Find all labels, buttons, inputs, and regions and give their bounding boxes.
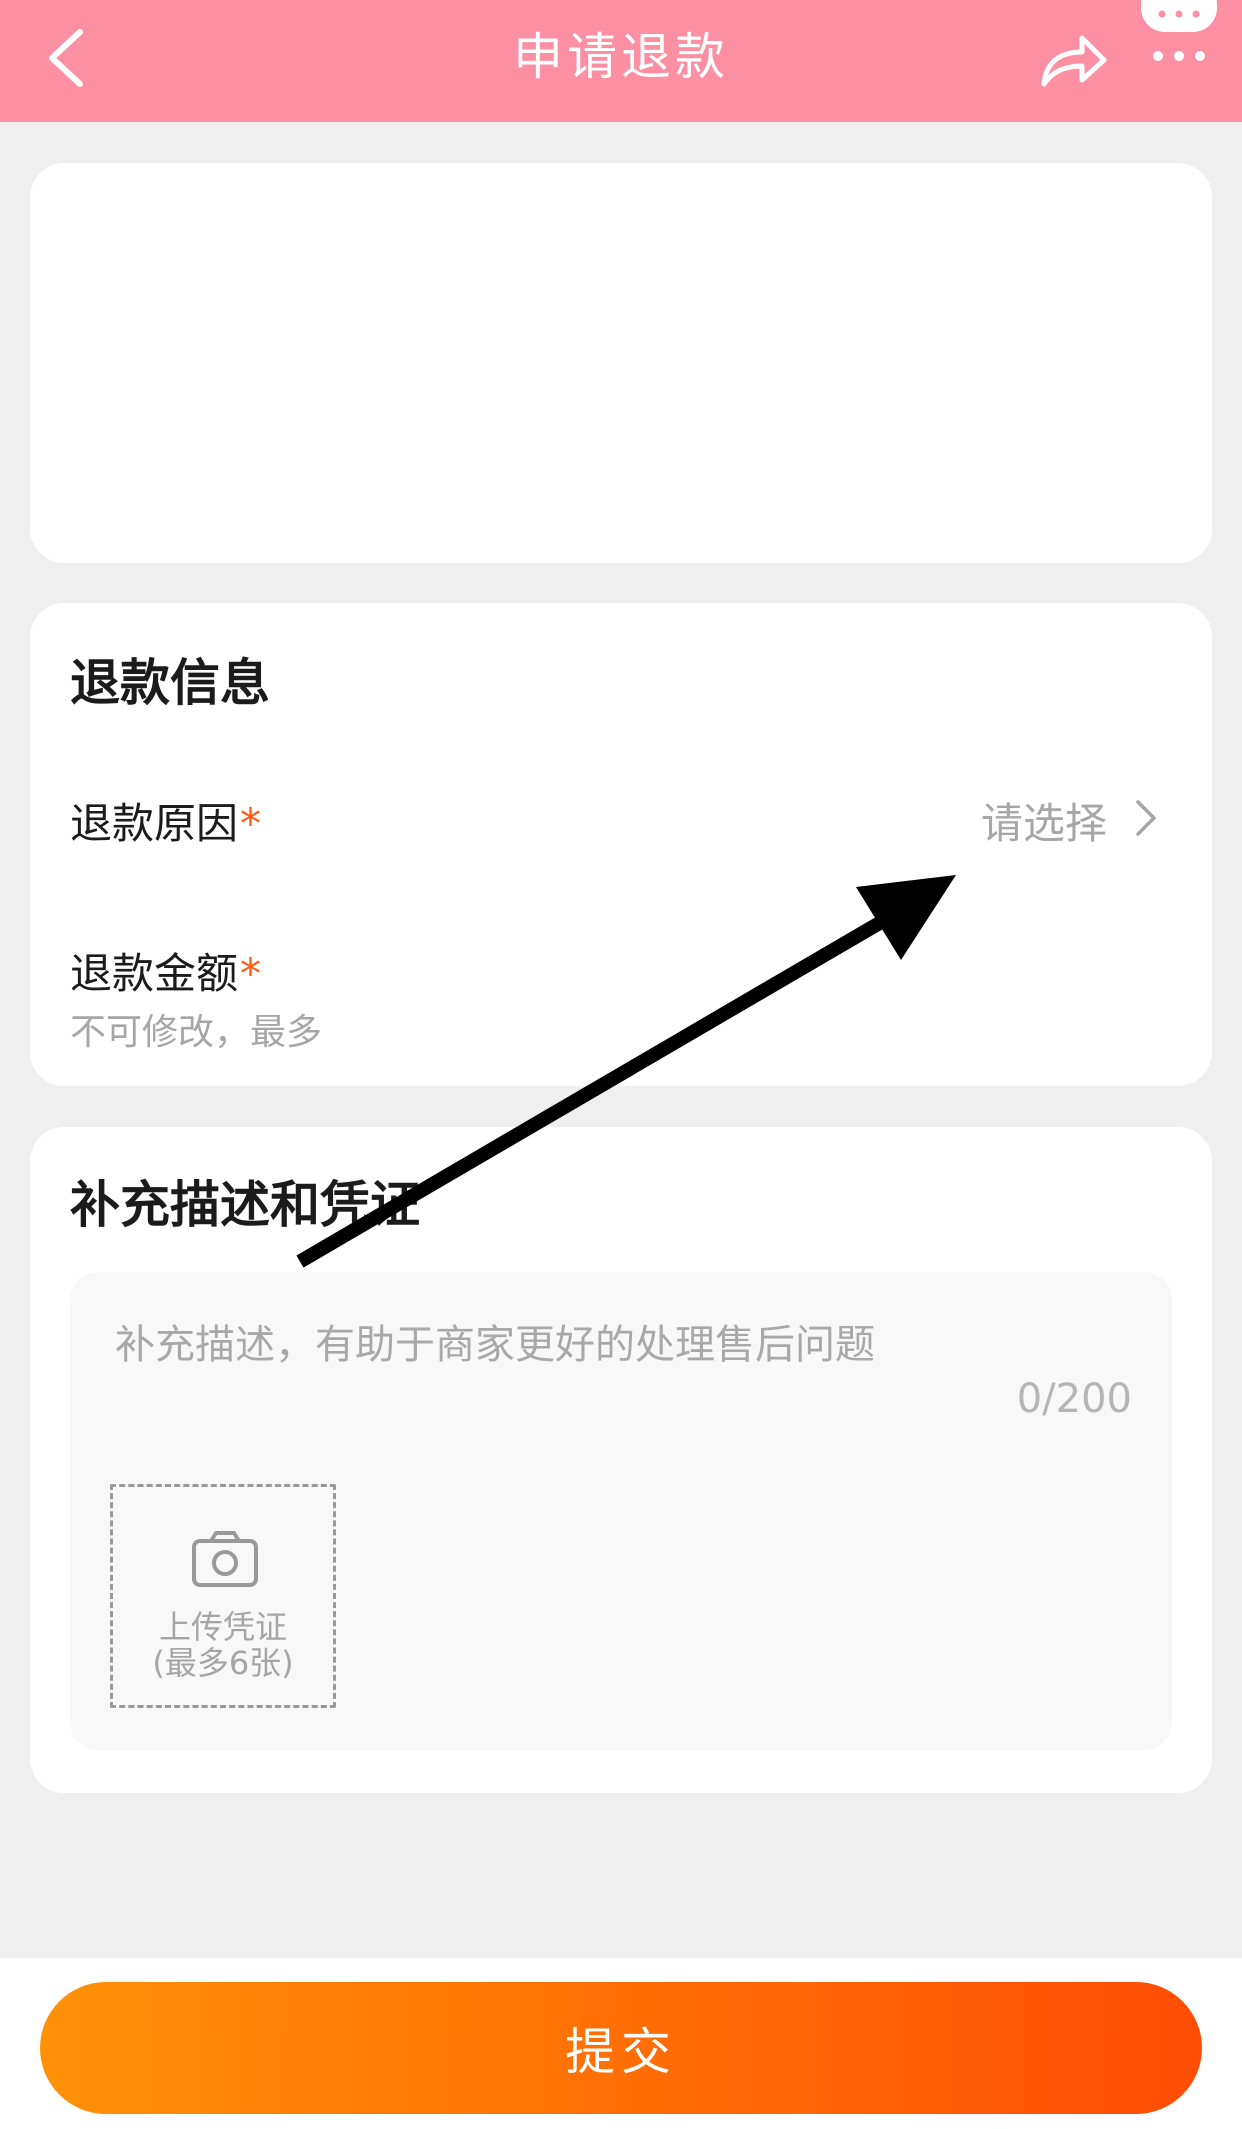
goods-card: [30, 163, 1212, 563]
refund-reason-label: 退款原因: [70, 799, 239, 848]
refund-amount-label: 退款金额: [70, 949, 239, 998]
required-mark: *: [240, 799, 262, 848]
more-dots-icon: [1141, 0, 1217, 61]
share-button[interactable]: [1038, 26, 1110, 92]
chevron-right-icon: [1136, 800, 1156, 836]
refund-amount-row: 退款金额*: [70, 940, 261, 1001]
nav-bar: 申请退款: [0, 0, 1242, 122]
upload-label: 上传凭证: [158, 1608, 287, 1646]
description-placeholder: 补充描述，有助于商家更好的处理售后问题: [115, 1322, 875, 1368]
refund-info-title: 退款信息: [70, 654, 270, 712]
description-title: 补充描述和凭证: [70, 1176, 420, 1234]
bottom-bar: 提交: [0, 1958, 1242, 2129]
more-button[interactable]: [1138, 0, 1220, 66]
upload-limit: (最多6张): [152, 1644, 294, 1682]
camera-icon: [192, 1531, 258, 1587]
share-arrow-icon: [1041, 35, 1107, 87]
refund-info-card: 退款信息 退款原因* 请选择 退款金额* 不可修改，最多: [30, 603, 1212, 1086]
character-counter: 0/200: [1016, 1376, 1132, 1422]
description-card: 补充描述和凭证 补充描述，有助于商家更好的处理售后问题 0/200 上传凭证 (…: [30, 1127, 1212, 1793]
refund-reason-select[interactable]: 请选择: [981, 790, 1107, 851]
required-mark: *: [240, 949, 262, 998]
upload-evidence-button[interactable]: 上传凭证 (最多6张): [110, 1484, 336, 1708]
description-textarea[interactable]: 补充描述，有助于商家更好的处理售后问题 0/200 上传凭证 (最多6张): [70, 1272, 1172, 1750]
submit-button[interactable]: 提交: [40, 1982, 1202, 2114]
refund-amount-hint: 不可修改，最多: [70, 1012, 323, 1053]
